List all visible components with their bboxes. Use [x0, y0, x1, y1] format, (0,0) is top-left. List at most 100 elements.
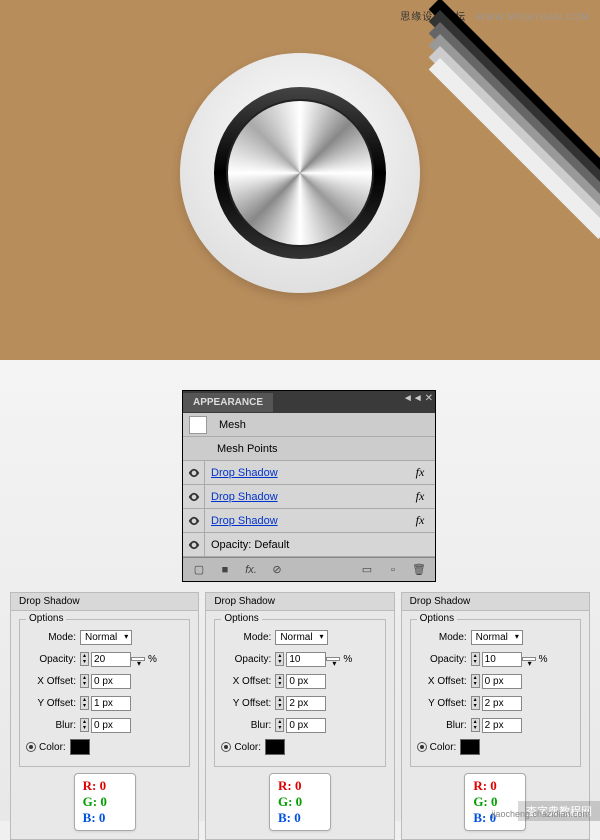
rgb-g: G: 0	[83, 794, 127, 810]
xoffset-stepper[interactable]: ▴▾	[80, 674, 89, 688]
blur-stepper[interactable]: ▴▾	[80, 718, 89, 732]
no-fill-icon[interactable]: ▢	[189, 562, 209, 578]
dial-ring	[214, 87, 386, 259]
rgb-b: B: 0	[83, 810, 127, 826]
appearance-panel: APPEARANCE ◄◄ ✕ Mesh Mesh Points Drop Sh…	[182, 390, 436, 582]
drop-shadow-row-1[interactable]: Drop Shadow fx	[183, 461, 435, 485]
opacity-stepper[interactable]: ▴▾	[275, 652, 284, 666]
yoffset-stepper[interactable]: ▴▾	[471, 696, 480, 710]
yoffset-stepper[interactable]: ▴▾	[80, 696, 89, 710]
mode-label: Mode:	[417, 632, 467, 643]
drop-shadow-link[interactable]: Drop Shadow	[205, 467, 405, 479]
dialog-title: Drop Shadow	[11, 593, 198, 611]
panel-footer: ▢ ■ fx. ⊘ ▭ ▫ 🗑	[183, 557, 435, 581]
drop-shadow-link[interactable]: Drop Shadow	[205, 491, 405, 503]
color-radio[interactable]	[26, 742, 36, 752]
opacity-input[interactable]: 20	[91, 652, 131, 667]
blur-input[interactable]: 0 px	[286, 718, 326, 733]
drop-shadow-row-2[interactable]: Drop Shadow fx	[183, 485, 435, 509]
fx-icon[interactable]: fx	[405, 465, 435, 480]
color-swatch[interactable]	[70, 739, 90, 755]
color-label: Color:	[430, 742, 457, 753]
color-swatch[interactable]	[460, 739, 480, 755]
options-label: Options	[221, 613, 261, 624]
fx-icon[interactable]: fx	[405, 489, 435, 504]
visibility-icon[interactable]	[183, 485, 205, 508]
close-icon[interactable]: ✕	[425, 393, 433, 404]
xoffset-stepper[interactable]: ▴▾	[471, 674, 480, 688]
blur-stepper[interactable]: ▴▾	[471, 718, 480, 732]
opacity-label: Opacity:	[221, 654, 271, 665]
yoffset-input[interactable]: 1 px	[91, 696, 131, 711]
xoffset-stepper[interactable]: ▴▾	[275, 674, 284, 688]
yoffset-label: Y Offset:	[26, 698, 76, 709]
stroke-icon[interactable]: ■	[215, 562, 235, 578]
visibility-icon[interactable]	[183, 509, 205, 532]
color-swatch[interactable]	[265, 739, 285, 755]
opacity-input[interactable]: 10	[482, 652, 522, 667]
fx-icon[interactable]: fx	[405, 513, 435, 528]
mode-select[interactable]: Normal	[80, 630, 132, 645]
rgb-g: G: 0	[473, 794, 517, 810]
artwork-canvas: 思缘设计论坛 WWW.MISSYUAN.COM	[0, 0, 600, 360]
xoffset-label: X Offset:	[26, 676, 76, 687]
mesh-points-row[interactable]: Mesh Points	[183, 437, 435, 461]
dialog-title: Drop Shadow	[402, 593, 589, 611]
percent-unit: %	[539, 654, 548, 665]
collapse-icon[interactable]: ◄◄	[403, 393, 423, 404]
mesh-label: Mesh	[213, 419, 435, 431]
panel-tab-bar: APPEARANCE ◄◄ ✕	[183, 391, 435, 413]
opacity-dropdown[interactable]	[522, 657, 536, 661]
blur-input[interactable]: 0 px	[91, 718, 131, 733]
blur-label: Blur:	[26, 720, 76, 731]
yoffset-stepper[interactable]: ▴▾	[275, 696, 284, 710]
corner-decoration	[460, 0, 600, 140]
color-radio[interactable]	[417, 742, 427, 752]
visibility-icon[interactable]	[183, 533, 205, 556]
rgb-b: B: 0	[278, 810, 322, 826]
trash-icon[interactable]: 🗑	[409, 562, 429, 578]
blur-input[interactable]: 2 px	[482, 718, 522, 733]
color-label: Color:	[39, 742, 66, 753]
drop-shadow-dialog-1: Drop Shadow Options Mode: Normal Opacity…	[10, 592, 199, 840]
dial-metal	[226, 99, 374, 247]
rgb-g: G: 0	[278, 794, 322, 810]
duplicate-icon[interactable]: ▭	[357, 562, 377, 578]
opacity-row[interactable]: Opacity: Default	[183, 533, 435, 557]
mesh-swatch[interactable]	[189, 416, 207, 434]
color-radio[interactable]	[221, 742, 231, 752]
panel-body: Mesh Mesh Points Drop Shadow fx Drop Sha…	[183, 413, 435, 557]
drop-shadow-link[interactable]: Drop Shadow	[205, 515, 405, 527]
rgb-values: R: 0 G: 0 B: 0	[464, 773, 526, 831]
opacity-label: Opacity:	[26, 654, 76, 665]
blur-label: Blur:	[221, 720, 271, 731]
fx-button[interactable]: fx.	[241, 562, 261, 578]
xoffset-input[interactable]: 0 px	[482, 674, 522, 689]
drop-shadow-row-3[interactable]: Drop Shadow fx	[183, 509, 435, 533]
opacity-dropdown[interactable]	[326, 657, 340, 661]
color-label: Color:	[234, 742, 261, 753]
opacity-input[interactable]: 10	[286, 652, 326, 667]
xoffset-input[interactable]: 0 px	[91, 674, 131, 689]
yoffset-input[interactable]: 2 px	[286, 696, 326, 711]
mode-select[interactable]: Normal	[275, 630, 327, 645]
xoffset-input[interactable]: 0 px	[286, 674, 326, 689]
yoffset-input[interactable]: 2 px	[482, 696, 522, 711]
opacity-stepper[interactable]: ▴▾	[471, 652, 480, 666]
mode-select[interactable]: Normal	[471, 630, 523, 645]
visibility-icon[interactable]	[183, 461, 205, 484]
clear-icon[interactable]: ⊘	[267, 562, 287, 578]
opacity-dropdown[interactable]	[131, 657, 145, 661]
percent-unit: %	[343, 654, 352, 665]
drop-shadow-dialog-2: Drop Shadow Options Mode: Normal Opacity…	[205, 592, 394, 840]
blur-stepper[interactable]: ▴▾	[275, 718, 284, 732]
yoffset-label: Y Offset:	[417, 698, 467, 709]
opacity-stepper[interactable]: ▴▾	[80, 652, 89, 666]
new-icon[interactable]: ▫	[383, 562, 403, 578]
dialog-title: Drop Shadow	[206, 593, 393, 611]
opacity-label: Opacity:	[417, 654, 467, 665]
rgb-values: R: 0 G: 0 B: 0	[269, 773, 331, 831]
appearance-tab[interactable]: APPEARANCE	[183, 393, 273, 412]
mesh-row[interactable]: Mesh	[183, 413, 435, 437]
xoffset-label: X Offset:	[221, 676, 271, 687]
